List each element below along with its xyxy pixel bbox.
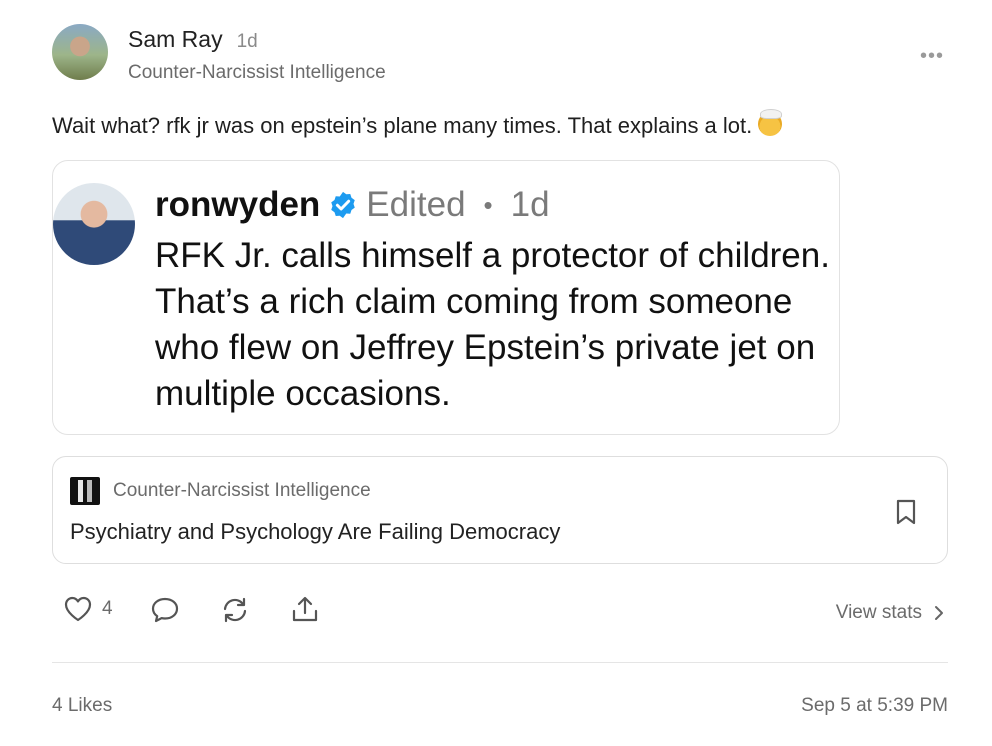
more-options-icon[interactable]: ••• xyxy=(920,46,944,66)
author-row: Sam Ray 1d xyxy=(128,26,258,53)
embed-header: ronwyden Edited • 1d xyxy=(155,185,550,225)
embedded-post-image[interactable]: ronwyden Edited • 1d RFK Jr. calls himse… xyxy=(52,160,840,435)
exploding-head-emoji-icon xyxy=(758,109,783,136)
post-timestamp: Sep 5 at 5:39 PM xyxy=(801,695,948,716)
embed-age: 1d xyxy=(510,185,550,224)
post-header: Sam Ray 1d Counter-Narcissist Intelligen… xyxy=(52,24,952,84)
author-avatar[interactable] xyxy=(52,24,108,80)
chevron-right-icon xyxy=(935,606,943,620)
embed-edited-label: Edited xyxy=(366,185,466,224)
post-text-content: Wait what? rfk jr was on epstein’s plane… xyxy=(52,113,753,138)
action-bar: 4 View stats xyxy=(52,596,948,636)
restack-icon xyxy=(223,597,247,623)
publication-card-name: Counter-Narcissist Intelligence xyxy=(113,480,371,501)
publication-name[interactable]: Counter-Narcissist Intelligence xyxy=(128,62,386,84)
embed-separator: • xyxy=(483,189,493,220)
footer-divider xyxy=(52,662,948,663)
like-count: 4 xyxy=(102,598,113,619)
share-button[interactable] xyxy=(290,596,320,624)
restack-button[interactable] xyxy=(220,596,250,624)
embed-body: RFK Jr. calls himself a protector of chi… xyxy=(155,236,830,413)
comment-button[interactable] xyxy=(150,596,180,624)
share-icon xyxy=(292,596,318,622)
post-text: Wait what? rfk jr was on epstein’s plane… xyxy=(52,109,783,139)
embed-avatar xyxy=(53,183,135,265)
author-name[interactable]: Sam Ray xyxy=(128,26,223,53)
view-stats-label: View stats xyxy=(835,602,922,623)
embed-handle: ronwyden xyxy=(155,185,321,224)
comment-icon xyxy=(151,597,179,623)
publication-card-title[interactable]: Psychiatry and Psychology Are Failing De… xyxy=(70,519,560,545)
post-age: 1d xyxy=(236,31,258,52)
like-button[interactable]: 4 xyxy=(64,596,113,622)
verified-badge-icon xyxy=(331,191,356,219)
publication-card[interactable]: Counter-Narcissist Intelligence Psychiat… xyxy=(52,456,948,564)
bookmark-icon[interactable] xyxy=(895,499,917,525)
likes-total[interactable]: 4 Likes xyxy=(52,695,112,717)
heart-icon xyxy=(64,596,92,622)
publication-logo-icon xyxy=(70,477,100,505)
view-stats-link[interactable]: View stats xyxy=(836,602,944,624)
